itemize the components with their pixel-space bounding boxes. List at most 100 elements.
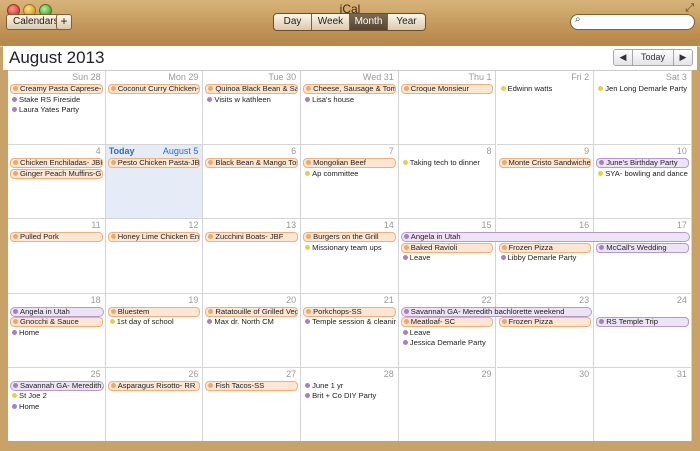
- day-cell[interactable]: Fri 2 Edwinn watts: [496, 71, 595, 146]
- calendar-color-dot-icon: [12, 393, 17, 399]
- calendar-event[interactable]: SYA- bowling and dance: [596, 169, 689, 179]
- day-cell[interactable]: 8 Taking tech to dinner: [398, 145, 497, 220]
- day-cell[interactable]: 6 Black Bean & Mango Tos...: [203, 145, 302, 220]
- calendar-event[interactable]: Leave: [401, 328, 494, 338]
- calendar-color-dot-icon: [110, 86, 116, 91]
- day-cell[interactable]: 9 Monte Cristo Sandwiche...: [496, 145, 595, 220]
- day-cell[interactable]: 20 Ratatouille of Grilled Veg... Max dr. N…: [203, 293, 302, 368]
- calendar-event[interactable]: Zucchini Boats- JBF: [205, 232, 299, 243]
- multi-day-event[interactable]: Angela in Utah: [10, 306, 104, 317]
- day-cell[interactable]: 29: [398, 367, 497, 442]
- calendar-event[interactable]: McCall's Wedding: [596, 242, 689, 253]
- day-cell[interactable]: 22 Meatloaf- SC Leave Jessica Demarle Party: [398, 293, 497, 368]
- calendar-event[interactable]: Edwinn watts: [499, 84, 592, 94]
- calendar-event[interactable]: Jessica Demarle Party: [401, 338, 494, 348]
- calendar-event[interactable]: Creamy Pasta Caprese-...: [10, 84, 103, 94]
- calendar-event[interactable]: Chicken Enchiladas- JBF: [10, 158, 103, 169]
- calendar-event[interactable]: Missionary team ups: [303, 243, 396, 253]
- day-cell[interactable]: 12 Honey Lime Chicken Enc...: [105, 219, 204, 294]
- calendar-event[interactable]: Leave: [401, 253, 494, 263]
- calendar-event[interactable]: Burgers on the Grill: [303, 232, 396, 243]
- day-cell[interactable]: Sat 3 Jen Long Demarle Party: [594, 71, 692, 146]
- calendar-event[interactable]: St Joe 2: [10, 391, 103, 401]
- calendar-event[interactable]: Meatloaf- SC: [400, 317, 494, 328]
- day-cell[interactable]: 31: [594, 367, 692, 442]
- calendar-event[interactable]: Lisa's house: [303, 95, 396, 105]
- calendar-event[interactable]: Bluestem: [107, 306, 201, 317]
- day-cell[interactable]: 30: [496, 367, 595, 442]
- calendar-event[interactable]: Home: [10, 328, 103, 338]
- multi-day-event[interactable]: Savannah GA- Meredith bachlorette weeken…: [400, 306, 593, 317]
- day-cell[interactable]: 4 Chicken Enchiladas- JBF Ginger Peach Muf…: [8, 145, 106, 220]
- calendar-event[interactable]: Fish Tacos-SS: [205, 380, 299, 391]
- calendar-event[interactable]: Gnocchi & Sauce: [10, 317, 103, 328]
- day-cell[interactable]: 16 Frozen Pizza Libby Demarle Party: [496, 219, 595, 294]
- calendar-event[interactable]: Mongolian Beef: [303, 158, 396, 169]
- calendar-event[interactable]: Coconut Curry Chicken-...: [107, 84, 201, 94]
- calendar-event[interactable]: RS Temple Trip: [596, 317, 689, 328]
- day-cell[interactable]: 17 McCall's Wedding: [594, 219, 692, 294]
- day-cell[interactable]: 26 Asparagus Risotto- RR: [105, 367, 204, 442]
- search-field[interactable]: ⌕: [570, 14, 695, 30]
- previous-month-button[interactable]: ◀: [614, 50, 633, 65]
- calendar-event[interactable]: Croque Monsieur: [400, 84, 494, 94]
- day-cell[interactable]: 25 St Joe 2 Home: [8, 367, 106, 442]
- add-calendar-button[interactable]: +: [56, 14, 72, 30]
- day-cell[interactable]: 7 Mongolian Beef Ap committee: [301, 145, 399, 220]
- day-cell[interactable]: 23 Frozen Pizza: [496, 293, 595, 368]
- calendar-event[interactable]: Pesto Chicken Pasta-JBF: [107, 158, 201, 169]
- day-cell[interactable]: 24 RS Temple Trip: [594, 293, 692, 368]
- calendar-event[interactable]: Cheese, Sausage & Tom...: [303, 84, 396, 94]
- calendar-event[interactable]: Quinoa Black Bean & Sal...: [205, 84, 299, 94]
- calendar-event[interactable]: Brit + Co DIY Party: [303, 391, 396, 401]
- day-cell[interactable]: 10 June's Birthday Party SYA- bowling and …: [594, 145, 692, 220]
- multi-day-event[interactable]: Angela in Utah: [400, 232, 690, 243]
- day-cell[interactable]: 21 Porkchops-SS Temple session & cleaning: [301, 293, 399, 368]
- day-cell[interactable]: 27 Fish Tacos-SS: [203, 367, 302, 442]
- calendar-event[interactable]: June 1 yr: [303, 381, 396, 391]
- day-cell[interactable]: 28 June 1 yr Brit + Co DIY Party: [301, 367, 399, 442]
- calendar-event[interactable]: Baked Ravioli: [400, 242, 494, 253]
- calendar-event[interactable]: Ap committee: [303, 169, 396, 179]
- multi-day-event[interactable]: Savannah GA- Meredith...: [10, 380, 104, 391]
- calendar-event[interactable]: Taking tech to dinner: [401, 158, 494, 168]
- calendar-event[interactable]: Temple session & cleaning: [303, 317, 396, 327]
- day-cell[interactable]: Sun 28 Creamy Pasta Caprese-... Stake RS F…: [8, 71, 106, 146]
- calendar-event[interactable]: Monte Cristo Sandwiche...: [498, 158, 592, 169]
- day-cell[interactable]: Today August 5 Pesto Chicken Pasta-JBF: [105, 145, 204, 220]
- calendar-event[interactable]: 1st day of school: [108, 317, 201, 327]
- day-cell[interactable]: 13 Zucchini Boats- JBF: [203, 219, 302, 294]
- calendar-event[interactable]: Ratatouille of Grilled Veg...: [205, 306, 299, 317]
- view-tab-year[interactable]: Year: [388, 14, 425, 30]
- view-tab-month[interactable]: Month: [350, 14, 388, 30]
- calendar-event[interactable]: Visits w kathleen: [205, 95, 298, 105]
- next-month-button[interactable]: ▶: [674, 50, 692, 65]
- day-cell[interactable]: Wed 31 Cheese, Sausage & Tom... Lisa's hou…: [301, 71, 399, 146]
- day-cell[interactable]: Tue 30 Quinoa Black Bean & Sal... Visits w…: [203, 71, 302, 146]
- calendar-event[interactable]: Frozen Pizza: [498, 242, 592, 253]
- day-cell[interactable]: 15 Baked Ravioli Leave: [398, 219, 497, 294]
- view-tab-day[interactable]: Day: [274, 14, 312, 30]
- calendar-event[interactable]: Stake RS Fireside: [10, 95, 103, 105]
- calendar-event[interactable]: Porkchops-SS: [303, 306, 396, 317]
- day-cell[interactable]: 18 Gnocchi & Sauce Home: [8, 293, 106, 368]
- calendar-event[interactable]: Black Bean & Mango Tos...: [205, 158, 299, 169]
- day-cell[interactable]: Mon 29 Coconut Curry Chicken-...: [105, 71, 204, 146]
- calendar-event[interactable]: Libby Demarle Party: [499, 253, 592, 263]
- calendar-event[interactable]: Honey Lime Chicken Enc...: [107, 232, 201, 243]
- calendar-event[interactable]: Asparagus Risotto- RR: [107, 380, 201, 391]
- calendar-event[interactable]: Ginger Peach Muffins-G...: [10, 168, 103, 179]
- calendar-event[interactable]: Jen Long Demarle Party: [596, 84, 689, 94]
- day-cell[interactable]: 14 Burgers on the Grill Missionary team up…: [301, 219, 399, 294]
- day-cell[interactable]: Thu 1 Croque Monsieur: [398, 71, 497, 146]
- calendar-event[interactable]: Frozen Pizza: [498, 317, 592, 328]
- today-button[interactable]: Today: [633, 50, 674, 65]
- calendar-event[interactable]: June's Birthday Party: [596, 158, 689, 169]
- day-cell[interactable]: 19 Bluestem 1st day of school: [105, 293, 204, 368]
- calendar-event[interactable]: Max dr. North CM: [205, 317, 298, 327]
- day-cell[interactable]: 11 Pulled Pork: [8, 219, 106, 294]
- calendar-event[interactable]: Laura Yates Party: [10, 105, 103, 115]
- view-tab-week[interactable]: Week: [312, 14, 350, 30]
- calendar-event[interactable]: Home: [10, 402, 103, 412]
- calendar-event[interactable]: Pulled Pork: [10, 232, 103, 243]
